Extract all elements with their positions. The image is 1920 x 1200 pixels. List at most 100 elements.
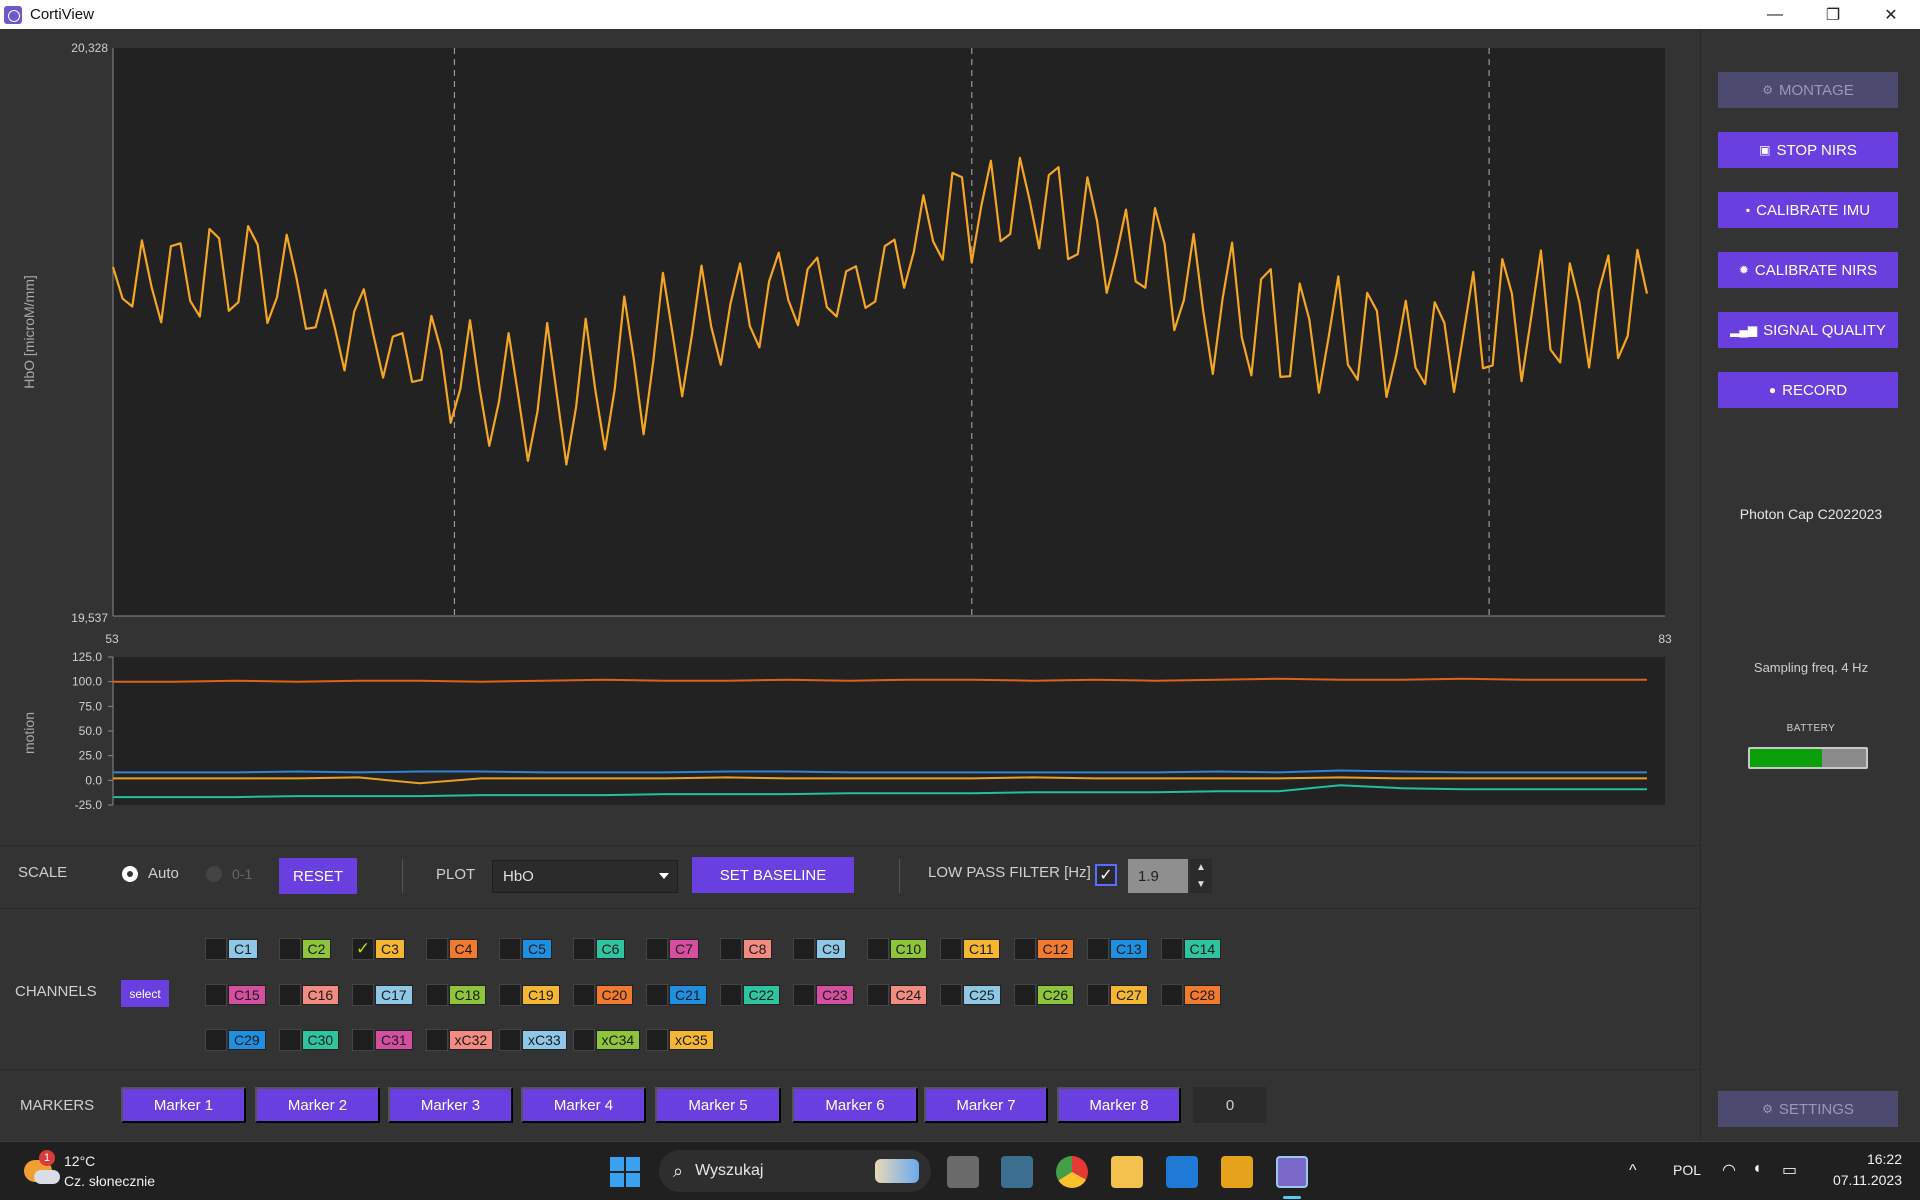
low-pass-filter-stepper[interactable]: ▲ ▼ (1190, 859, 1212, 893)
scale-auto-radio[interactable] (122, 866, 138, 882)
channel-c29[interactable]: C29 (205, 1029, 266, 1051)
channel-checkbox[interactable] (940, 938, 962, 960)
channel-checkbox[interactable] (205, 984, 227, 1006)
channel-checkbox[interactable] (1160, 938, 1183, 960)
scale-0-1-radio[interactable] (206, 866, 222, 882)
channel-checkbox[interactable] (646, 1029, 668, 1051)
channel-c18[interactable]: C18 (425, 984, 487, 1006)
channel-checkbox[interactable] (278, 1029, 301, 1051)
channel-c22[interactable]: C22 (719, 984, 781, 1006)
channel-c5[interactable]: C5 (499, 938, 552, 960)
marker-4-button[interactable]: Marker 4 (521, 1087, 646, 1123)
language-indicator[interactable]: POL (1673, 1162, 1701, 1178)
channel-checkbox[interactable] (572, 938, 595, 960)
channel-checkbox[interactable] (1013, 938, 1036, 960)
marker-3-button[interactable]: Marker 3 (388, 1087, 513, 1123)
channel-c25[interactable]: C25 (940, 984, 1001, 1006)
channel-checkbox[interactable] (1087, 938, 1109, 960)
marker-5-button[interactable]: Marker 5 (655, 1087, 781, 1123)
channel-c8[interactable]: C8 (719, 938, 773, 960)
channel-xc32[interactable]: xC32 (425, 1029, 494, 1051)
channel-checkbox[interactable] (793, 938, 815, 960)
channel-checkbox[interactable] (1013, 984, 1036, 1006)
channel-c21[interactable]: C21 (646, 984, 707, 1006)
file-explorer-icon[interactable] (1111, 1156, 1143, 1188)
signal-quality-button[interactable]: ▂▄▆ SIGNAL QUALITY (1718, 312, 1898, 348)
channel-checkbox[interactable] (866, 938, 889, 960)
chrome-icon[interactable] (1056, 1156, 1088, 1188)
channel-c14[interactable]: C14 (1160, 938, 1222, 960)
taskbar-search[interactable]: ⌕ Wyszukaj (659, 1150, 931, 1192)
channel-c15[interactable]: C15 (205, 984, 266, 1006)
channel-checkbox[interactable] (278, 938, 301, 960)
stop-nirs-button[interactable]: ▣ STOP NIRS (1718, 132, 1898, 168)
channel-checkbox[interactable] (278, 984, 301, 1006)
channel-c2[interactable]: C2 (278, 938, 332, 960)
channel-xc33[interactable]: xC33 (499, 1029, 567, 1051)
channel-c24[interactable]: C24 (866, 984, 928, 1006)
channel-checkbox[interactable] (205, 938, 227, 960)
start-windows-icon[interactable] (610, 1157, 640, 1187)
settings-button[interactable]: ⚙ SETTINGS (1718, 1091, 1898, 1127)
channel-checkbox[interactable] (499, 938, 521, 960)
channel-c4[interactable]: C4 (425, 938, 479, 960)
record-button[interactable]: ● RECORD (1718, 372, 1898, 408)
channel-checkbox[interactable] (719, 938, 742, 960)
cortiview-taskbar-icon[interactable] (1276, 1156, 1308, 1188)
calibrate-imu-button[interactable]: ▪ CALIBRATE IMU (1718, 192, 1898, 228)
channel-checkbox[interactable] (205, 1029, 227, 1051)
channel-c20[interactable]: C20 (572, 984, 634, 1006)
channel-c16[interactable]: C16 (278, 984, 340, 1006)
channel-checkbox[interactable] (1160, 984, 1183, 1006)
channel-checkbox[interactable] (572, 984, 595, 1006)
marker-1-button[interactable]: Marker 1 (121, 1087, 246, 1123)
channel-checkbox[interactable] (793, 984, 815, 1006)
channel-checkbox[interactable] (719, 984, 742, 1006)
reset-button[interactable]: RESET (279, 858, 357, 894)
marker-2-button[interactable]: Marker 2 (255, 1087, 380, 1123)
channel-checkbox[interactable] (646, 984, 668, 1006)
channel-checkbox[interactable] (352, 1029, 374, 1051)
channel-c13[interactable]: C13 (1087, 938, 1148, 960)
close-button[interactable]: ✕ (1862, 0, 1920, 29)
channels-select-button[interactable]: select (121, 980, 169, 1007)
marker-6-button[interactable]: Marker 6 (792, 1087, 918, 1123)
channel-c30[interactable]: C30 (278, 1029, 340, 1051)
montage-button[interactable]: ⚙ MONTAGE (1718, 72, 1898, 108)
channel-c10[interactable]: C10 (866, 938, 928, 960)
low-pass-filter-checkbox[interactable]: ✓ (1095, 864, 1117, 886)
channel-c31[interactable]: C31 (352, 1029, 413, 1051)
channel-checkbox[interactable] (352, 984, 374, 1006)
channel-c11[interactable]: C11 (940, 938, 1000, 960)
channel-c28[interactable]: C28 (1160, 984, 1222, 1006)
channel-c12[interactable]: C12 (1013, 938, 1075, 960)
channel-c27[interactable]: C27 (1087, 984, 1148, 1006)
stepper-down-icon[interactable]: ▼ (1196, 879, 1206, 890)
channel-xc35[interactable]: xC35 (646, 1029, 714, 1051)
channel-xc34[interactable]: xC34 (572, 1029, 641, 1051)
calculator-icon[interactable] (1001, 1156, 1033, 1188)
calibrate-nirs-button[interactable]: ✹ CALIBRATE NIRS (1718, 252, 1898, 288)
channel-c1[interactable]: C1 (205, 938, 258, 960)
volume-icon[interactable]: ◖ (1752, 1160, 1762, 1178)
motion-chart[interactable]: motion 125.0 100.0 75.0 50.0 25.0 0.0 -25.0 (0, 652, 1700, 842)
plot-type-select[interactable]: HbO (492, 860, 678, 893)
set-baseline-button[interactable]: SET BASELINE (692, 857, 854, 893)
tray-chevron-up-icon[interactable]: ^ (1629, 1162, 1637, 1180)
channel-c17[interactable]: C17 (352, 984, 413, 1006)
restore-button[interactable]: ❐ (1804, 0, 1862, 29)
channel-c7[interactable]: C7 (646, 938, 699, 960)
minimize-button[interactable]: — (1746, 0, 1804, 29)
channel-c9[interactable]: C9 (793, 938, 846, 960)
wifi-icon[interactable]: ◠ (1722, 1160, 1736, 1180)
low-pass-filter-input[interactable]: 1.9 (1128, 859, 1188, 893)
task-view-icon[interactable] (947, 1156, 979, 1188)
weather-widget[interactable]: 1 12°C Cz. słonecznie (20, 1150, 170, 1194)
channel-c3[interactable]: ✓ C3 (352, 938, 405, 960)
channel-checkbox[interactable] (940, 984, 962, 1006)
channel-checkbox[interactable] (425, 938, 448, 960)
channel-checkbox[interactable] (425, 1029, 448, 1051)
channel-c23[interactable]: C23 (793, 984, 854, 1006)
channel-c19[interactable]: C19 (499, 984, 560, 1006)
channel-checkbox[interactable] (572, 1029, 595, 1051)
